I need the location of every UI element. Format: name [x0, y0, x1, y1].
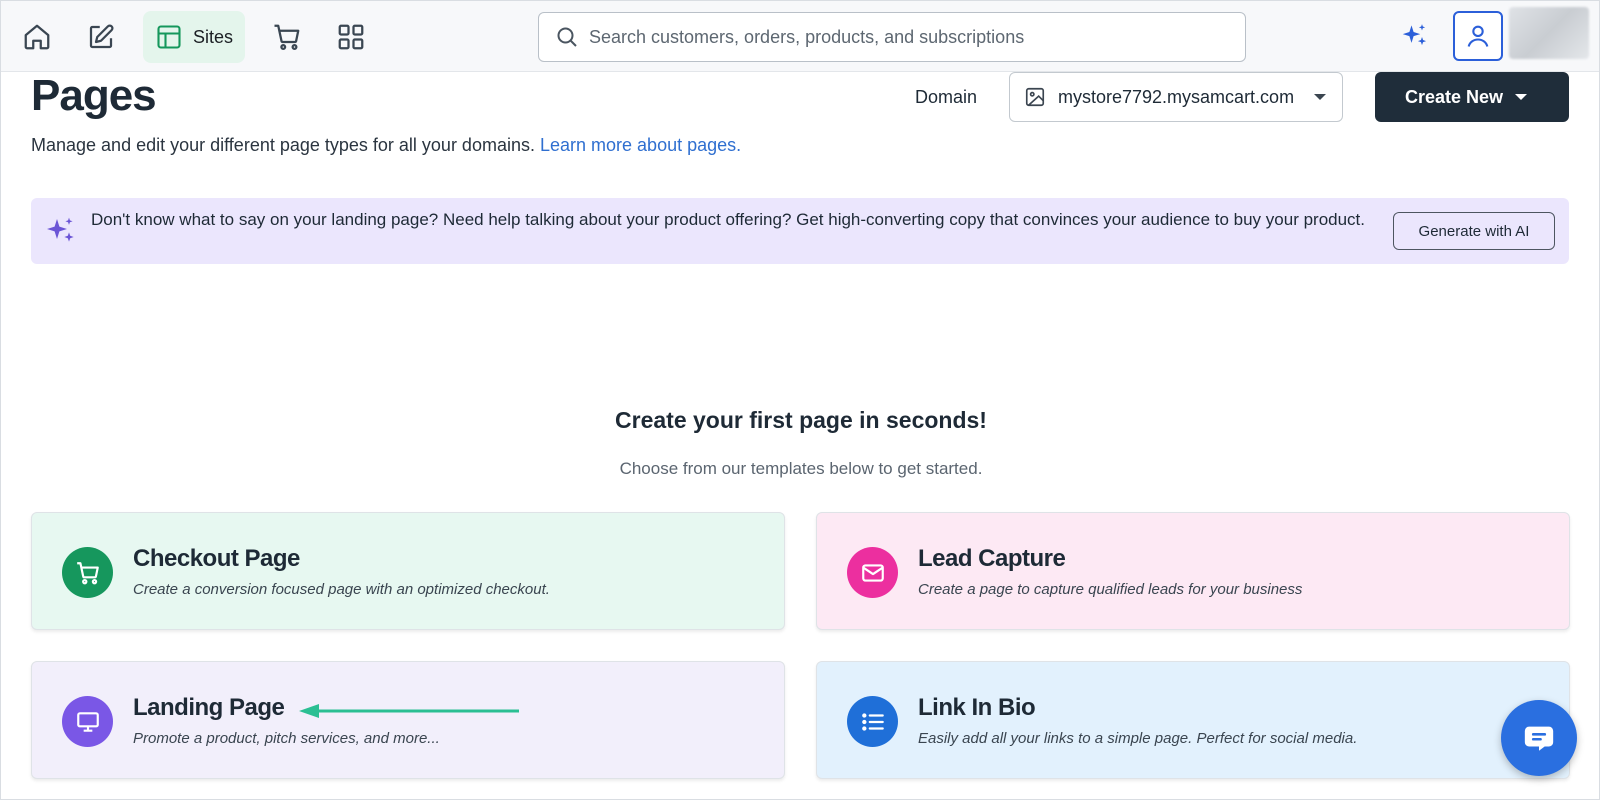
template-icon-wrap [847, 547, 898, 598]
page-title: Pages [31, 71, 157, 120]
cart-icon [76, 561, 99, 584]
create-new-label: Create New [1405, 86, 1504, 107]
template-title: Lead Capture [918, 545, 1066, 572]
chevron-down-icon [1314, 94, 1326, 100]
ai-sparkle-icon [47, 217, 74, 242]
chevron-down-icon [1515, 94, 1527, 100]
ai-copy-banner: Don't know what to say on your landing p… [31, 198, 1569, 264]
template-description: Promote a product, pitch services, and m… [133, 730, 440, 747]
home-icon [24, 24, 50, 50]
template-card-lead-capture[interactable]: Lead Capture Create a page to capture qu… [816, 512, 1570, 630]
domain-label: Domain [915, 87, 978, 107]
template-description: Create a page to capture qualified leads… [918, 581, 1303, 598]
template-title: Checkout Page [133, 545, 300, 572]
empty-state-subtitle: Choose from our templates below to get s… [619, 459, 983, 478]
template-description: Easily add all your links to a simple pa… [918, 730, 1358, 747]
nav-sites-label: Sites [192, 26, 234, 47]
ai-sparkle-icon[interactable] [1401, 23, 1429, 51]
template-title: Link In Bio [918, 694, 1036, 721]
user-icon [1467, 25, 1489, 47]
nav-sites-button[interactable]: Sites [143, 11, 245, 63]
mail-icon [861, 563, 884, 582]
account-button[interactable] [1453, 11, 1503, 61]
empty-state-title: Create your first page in seconds! [615, 407, 987, 433]
chat-launcher-button[interactable] [1501, 700, 1577, 776]
learn-more-link[interactable]: Learn more about pages. [540, 135, 741, 155]
banner-text: Don't know what to say on your landing p… [91, 210, 1366, 229]
subtitle-text: Manage and edit your different page type… [31, 135, 535, 155]
template-description: Create a conversion focused page with an… [133, 581, 550, 598]
nav-home-button[interactable] [13, 11, 61, 63]
template-card-checkout[interactable]: Checkout Page Create a conversion focuse… [31, 512, 785, 630]
generate-with-ai-button[interactable]: Generate with AI [1393, 212, 1555, 250]
nav-apps-button[interactable] [327, 11, 375, 63]
nav-cart-button[interactable] [263, 11, 311, 63]
template-icon-wrap [847, 696, 898, 747]
search-input[interactable] [589, 26, 1229, 48]
domain-value: mystore7792.mysamcart.com [1058, 86, 1295, 107]
annotation-arrow-icon [299, 704, 519, 718]
global-search[interactable] [538, 12, 1246, 62]
template-card-link-in-bio[interactable]: Link In Bio Easily add all your links to… [816, 661, 1570, 779]
avatar[interactable] [1509, 7, 1589, 59]
create-new-button[interactable]: Create New [1375, 72, 1569, 122]
app-window: Sites Pages Manage and edit your differe… [0, 0, 1600, 800]
page-subtitle: Manage and edit your different page type… [31, 135, 741, 156]
layout-icon [157, 25, 181, 49]
template-icon-wrap [62, 696, 113, 747]
cart-icon [274, 24, 300, 50]
template-title: Landing Page [133, 694, 285, 721]
list-icon [861, 712, 884, 731]
chat-icon [1524, 726, 1554, 751]
image-icon [1025, 87, 1045, 107]
nav-edit-button[interactable] [77, 11, 125, 63]
search-icon [557, 27, 577, 47]
edit-icon [89, 24, 114, 49]
template-icon-wrap [62, 547, 113, 598]
grid-icon [338, 24, 364, 50]
top-nav: Sites [1, 1, 1599, 72]
domain-select[interactable]: mystore7792.mysamcart.com [1009, 72, 1343, 122]
monitor-icon [76, 711, 99, 732]
